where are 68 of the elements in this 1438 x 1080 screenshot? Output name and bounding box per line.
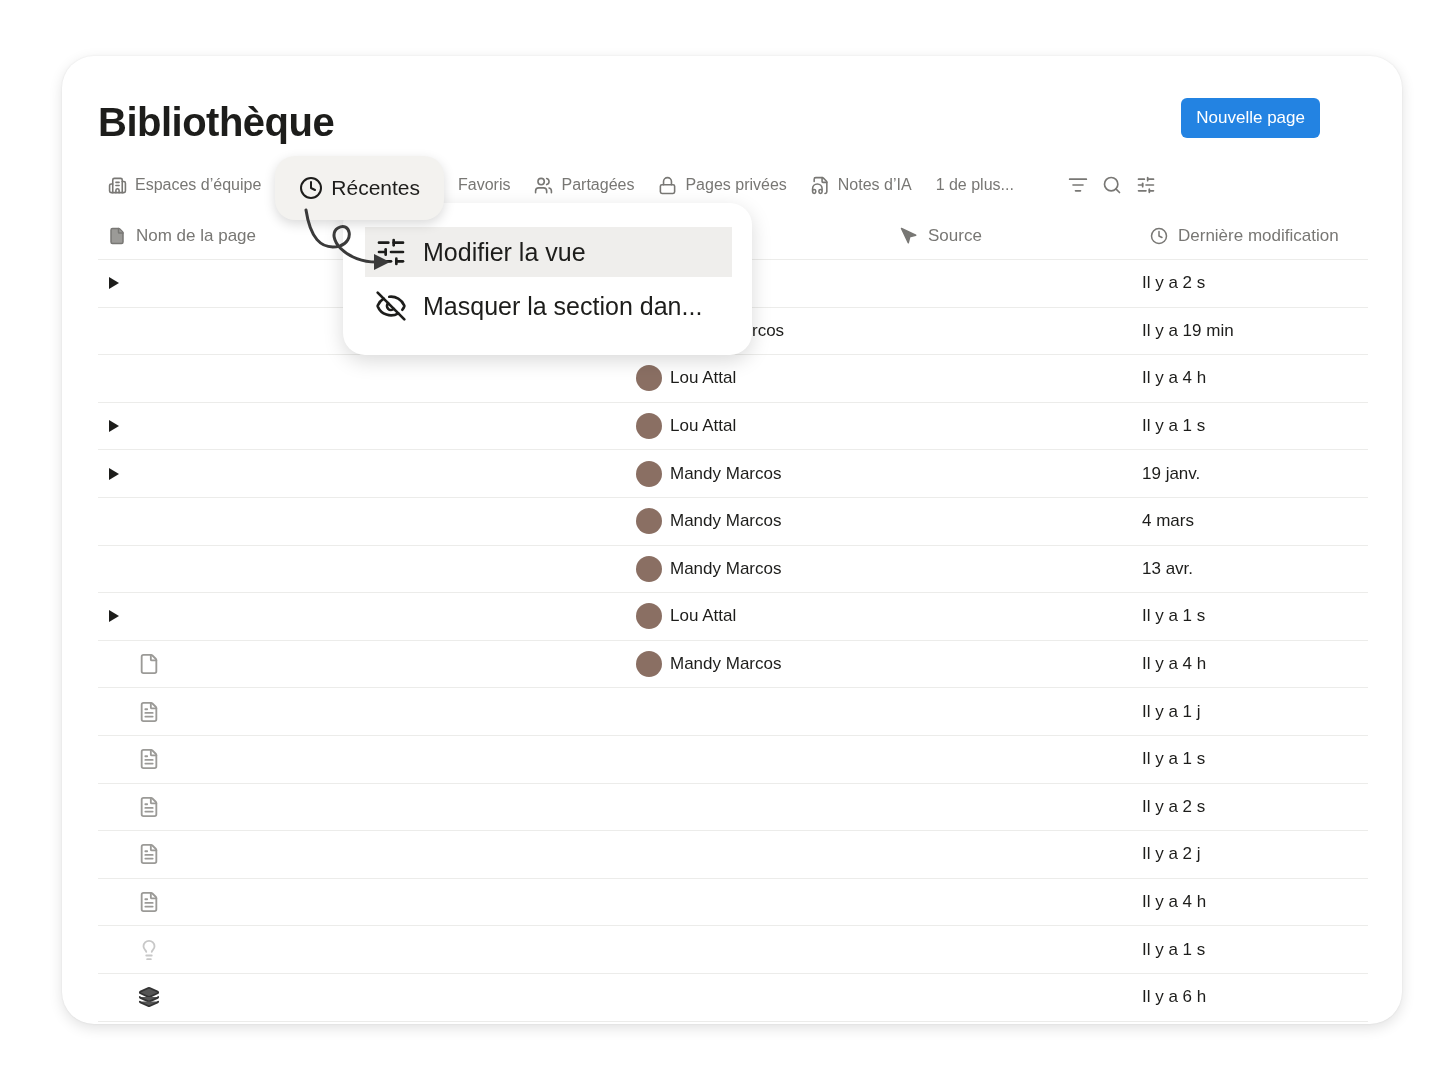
modified-time: 4 mars bbox=[1141, 511, 1195, 532]
modified-time: Il y a 6 h bbox=[1141, 987, 1208, 1008]
expand-icon[interactable] bbox=[108, 467, 120, 480]
modified-time: Il y a 4 h bbox=[1141, 654, 1208, 675]
settings-icon[interactable] bbox=[1135, 175, 1156, 195]
tab[interactable]: Notes d’IA bbox=[800, 169, 922, 201]
column-header: Nom de la page bbox=[136, 226, 257, 246]
modified-time: 19 janv. bbox=[1141, 463, 1202, 484]
owner-name: Mandy Marcos bbox=[670, 654, 782, 675]
owner-name: Mandy Marcos bbox=[670, 463, 782, 484]
tab[interactable]: Récentes bbox=[275, 156, 445, 220]
modified-time: Il y a 2 s bbox=[1141, 273, 1207, 294]
document-icon bbox=[138, 700, 160, 723]
stack-icon bbox=[138, 986, 160, 1009]
modified-time: Il y a 1 s bbox=[1141, 606, 1207, 627]
modified-time: Il y a 1 s bbox=[1141, 749, 1207, 770]
column-header: Dernière modification bbox=[1178, 226, 1339, 246]
sliders-icon bbox=[375, 236, 407, 268]
tab[interactable]: Espaces d’équipe bbox=[98, 169, 272, 201]
page-icon bbox=[108, 227, 126, 245]
modified-time: Il y a 1 s bbox=[1141, 416, 1207, 437]
modified-time: Il y a 4 h bbox=[1141, 368, 1208, 389]
expand-icon[interactable] bbox=[108, 420, 120, 433]
clock-icon bbox=[1150, 227, 1168, 245]
tab-label: Partagées bbox=[561, 176, 635, 194]
modified-time: Il y a 2 j bbox=[1141, 844, 1202, 865]
new-page-button[interactable]: Nouvelle page bbox=[1181, 98, 1320, 138]
tab-label: Pages privées bbox=[685, 176, 787, 194]
document-icon bbox=[138, 891, 160, 913]
page-icon bbox=[138, 653, 160, 676]
owner-name: Mandy Marcos bbox=[670, 558, 782, 579]
tab-label: Favoris bbox=[458, 176, 511, 194]
modified-time: Il y a 1 j bbox=[1141, 701, 1202, 722]
owner-name: rcos bbox=[752, 320, 785, 341]
modified-time: Il y a 1 s bbox=[1141, 939, 1207, 960]
tab[interactable]: Partagées bbox=[524, 169, 645, 201]
page-title: Bibliothèque bbox=[98, 100, 335, 145]
document-icon bbox=[138, 748, 160, 771]
expand-icon[interactable] bbox=[108, 610, 120, 623]
owner-name: Lou Attal bbox=[670, 416, 737, 437]
column-header: Source bbox=[928, 226, 982, 246]
arrow-icon bbox=[900, 227, 918, 245]
expand-icon[interactable] bbox=[108, 277, 120, 290]
search-icon[interactable] bbox=[1101, 175, 1122, 195]
modified-time: Il y a 19 min bbox=[1141, 320, 1235, 341]
tab-label: 1 de plus... bbox=[935, 176, 1014, 194]
document-icon bbox=[138, 795, 160, 818]
owner-name: Mandy Marcos bbox=[670, 511, 782, 532]
menu-item[interactable]: Masquer la section dan... bbox=[365, 281, 732, 331]
tab[interactable]: 1 de plus... bbox=[925, 170, 1024, 200]
tab-label: Notes d’IA bbox=[837, 176, 912, 194]
filter-icon[interactable] bbox=[1067, 175, 1088, 195]
modified-time: 13 avr. bbox=[1141, 558, 1195, 579]
modified-time: Il y a 2 s bbox=[1141, 796, 1207, 817]
eye-off-icon bbox=[375, 290, 407, 322]
menu-item[interactable]: Modifier la vue bbox=[365, 227, 732, 277]
clock-icon bbox=[299, 176, 324, 200]
tab-label: Espaces d’équipe bbox=[135, 176, 262, 194]
tab[interactable]: Favoris bbox=[448, 170, 521, 200]
people-icon bbox=[534, 175, 554, 195]
tab[interactable]: Pages privées bbox=[648, 169, 797, 201]
modified-time: Il y a 4 h bbox=[1141, 892, 1208, 912]
tab-label: Récentes bbox=[331, 176, 421, 200]
document-icon bbox=[138, 843, 160, 866]
owner-name: Lou Attal bbox=[670, 368, 737, 389]
lock-icon bbox=[658, 175, 678, 195]
building-icon bbox=[108, 175, 127, 195]
owner-name: Lou Attal bbox=[670, 606, 737, 627]
